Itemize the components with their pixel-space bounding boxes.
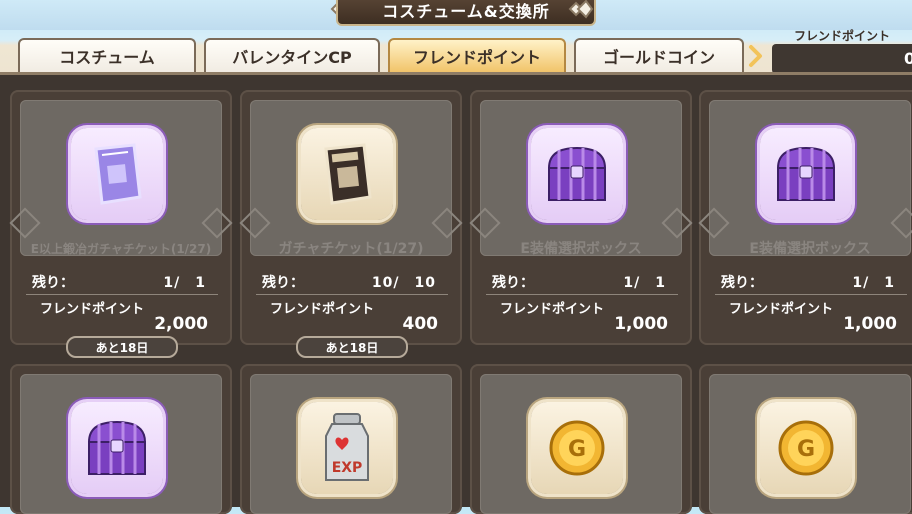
cost-value: 400 [402, 314, 439, 334]
gold-coin-icon: G [549, 420, 605, 476]
days-remaining-badge: あと18日 [296, 336, 408, 358]
treasure-chest-icon [776, 146, 836, 201]
stock-label: 残り： [32, 275, 74, 291]
friend-points-value: 0 [904, 49, 912, 68]
title-ornament-right-icon [568, 0, 594, 19]
friend-points-field: 0 [772, 44, 912, 74]
stock-label: 残り： [721, 275, 763, 291]
exp-label: EXP [332, 460, 363, 476]
cost-value: 1,000 [614, 314, 668, 334]
tab-gold-coin[interactable]: ゴールドコイン [574, 38, 744, 72]
item-icon-frame [301, 128, 393, 220]
shop-item-card[interactable] [10, 364, 232, 514]
item-icon-frame: G [760, 402, 852, 494]
cost-label: フレンドポイント [500, 302, 605, 317]
friend-points-label: フレンドポイント [794, 29, 891, 43]
page-title-text: コスチューム&交換所 [382, 2, 550, 21]
cost-label: フレンドポイント [729, 302, 834, 317]
item-name: E以上鍛冶ガチャチケット(1/27) [30, 242, 212, 256]
cost-label: フレンドポイント [40, 302, 145, 317]
shop-item-card[interactable]: G [470, 364, 692, 514]
shop-item-card[interactable]: E装備選択ボックス 残り： 1/ 1 フレンドポイント 1,000 [699, 90, 912, 345]
stock-label: 残り： [262, 275, 304, 291]
stock-value: 1/ 1 [163, 275, 206, 291]
divider [256, 294, 448, 295]
shop-item-card[interactable]: ガチャチケット(1/27) 残り： 10/ 10 フレンドポイント 400 [240, 90, 462, 345]
item-icon-frame: G [531, 402, 623, 494]
tab-costume[interactable]: コスチューム [18, 38, 196, 72]
item-name: E装備選択ボックス [520, 241, 642, 257]
shop-item-card[interactable]: E以上鍛冶ガチャチケット(1/27) 残り： 1/ 1 フレンドポイント 2,0… [10, 90, 232, 345]
cost-value: 2,000 [154, 314, 208, 334]
stock-label: 残り： [492, 275, 534, 291]
coin-letter: G [797, 437, 815, 462]
gacha-ticket-icon [324, 143, 372, 205]
divider [715, 294, 907, 295]
stock-row: 残り： 10/ 10 [262, 272, 442, 292]
days-remaining-badge: あと18日 [66, 336, 178, 358]
tab-valentine-cp[interactable]: バレンタインCP [204, 38, 380, 72]
item-icon-frame [531, 128, 623, 220]
exp-milk-can-icon: EXP [325, 413, 369, 481]
cost-value: 1,000 [843, 314, 897, 334]
shop-item-card[interactable]: E装備選択ボックス 残り： 1/ 1 フレンドポイント 1,000 [470, 90, 692, 345]
friend-points-balance: フレンドポイント 0 [772, 18, 912, 74]
stock-row: 残り： 1/ 1 [32, 272, 212, 292]
coin-letter: G [568, 437, 586, 462]
stock-value: 1/ 1 [852, 275, 895, 291]
treasure-chest-icon [87, 420, 147, 475]
gold-coin-icon: G [778, 420, 834, 476]
divider [486, 294, 678, 295]
item-icon-frame [760, 128, 852, 220]
item-icon-frame [71, 128, 163, 220]
shop-item-card[interactable]: G [699, 364, 912, 514]
item-icon-frame [71, 402, 163, 494]
treasure-chest-icon [547, 146, 607, 201]
tab-friend-points[interactable]: フレンドポイント [388, 38, 566, 72]
item-name: ガチャチケット(1/27) [278, 241, 424, 257]
item-icon-frame: EXP [301, 402, 393, 494]
stock-value: 10/ 10 [371, 275, 436, 291]
page-title: コスチューム&交換所 [336, 0, 596, 26]
shop-item-card[interactable]: EXP [240, 364, 462, 514]
divider [26, 294, 218, 295]
stock-value: 1/ 1 [623, 275, 666, 291]
stock-row: 残り： 1/ 1 [492, 272, 672, 292]
gacha-ticket-purple-icon [94, 143, 142, 205]
stock-row: 残り： 1/ 1 [721, 272, 901, 292]
item-name: E装備選択ボックス [749, 241, 871, 257]
tab-scroll-right-icon[interactable] [748, 44, 764, 68]
cost-label: フレンドポイント [270, 302, 375, 317]
